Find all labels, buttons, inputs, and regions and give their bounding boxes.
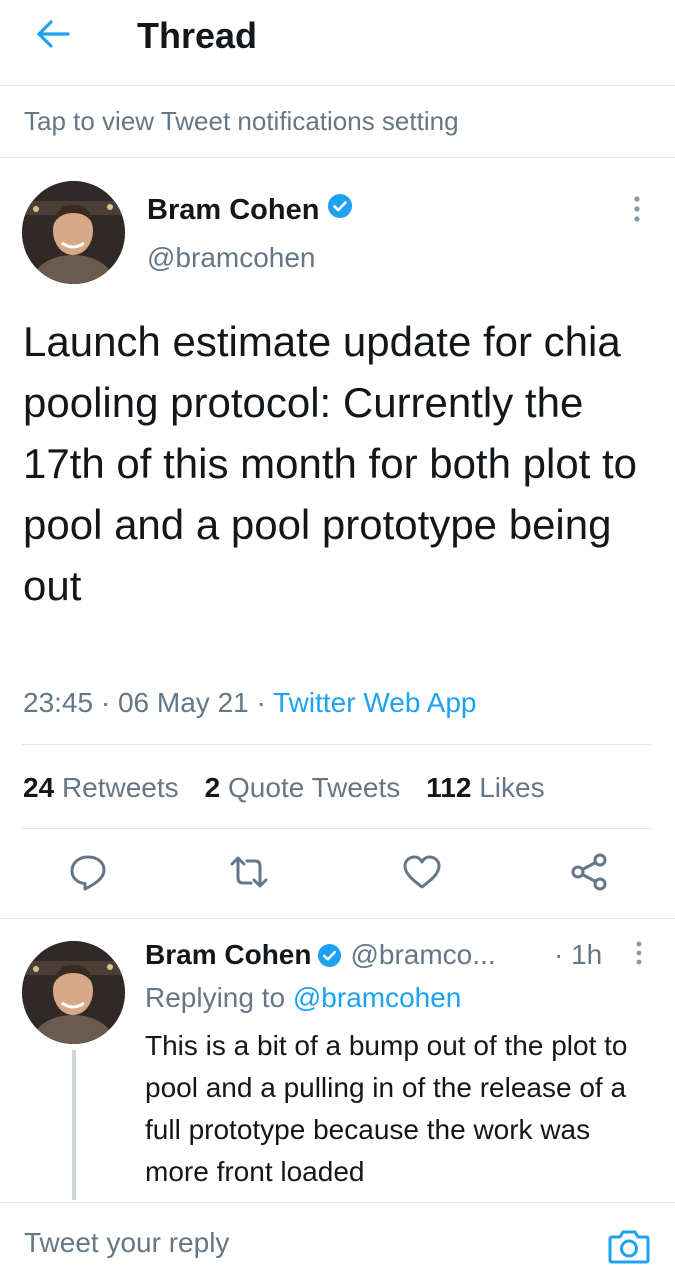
tweet-actions — [0, 852, 675, 896]
more-vertical-icon — [634, 195, 640, 227]
divider — [22, 744, 652, 745]
back-button[interactable] — [28, 14, 78, 58]
likes-count: 112 — [426, 772, 472, 803]
reply-time[interactable]: 1h — [571, 939, 602, 970]
reply-avatar[interactable] — [22, 941, 125, 1044]
replying-to-label: Replying to — [145, 982, 286, 1013]
avatar[interactable] — [22, 181, 125, 284]
divider — [22, 828, 652, 829]
heart-icon — [402, 852, 442, 897]
reply-composer — [0, 1202, 675, 1280]
meta-separator: · — [100, 687, 111, 718]
retweets-count: 24 — [23, 772, 55, 803]
verified-badge-icon — [317, 943, 342, 968]
page-title: Thread — [137, 15, 258, 56]
reply-time-separator: · — [554, 939, 564, 970]
author-name[interactable]: Bram Cohen — [147, 192, 319, 228]
divider — [0, 918, 675, 919]
thread-connector-line — [72, 1050, 76, 1200]
tweet-meta: 23:45 · 06 May 21 · Twitter Web App — [23, 683, 476, 723]
reply-input[interactable] — [24, 1223, 584, 1263]
reply-time-group: · 1h — [554, 935, 602, 975]
more-vertical-icon — [636, 941, 642, 970]
share-button[interactable] — [567, 852, 611, 896]
quote-tweets-label: Quote Tweets — [228, 772, 401, 803]
like-button[interactable] — [400, 852, 444, 896]
quote-tweets-stat[interactable]: 2 Quote Tweets — [205, 768, 401, 808]
tweet-text: Launch estimate update for chia pooling … — [23, 318, 638, 609]
meta-separator: · — [256, 687, 266, 718]
verified-badge-icon — [327, 192, 353, 228]
notification-settings-text: Tap to view Tweet notifications setting — [24, 106, 459, 136]
retweet-icon — [229, 852, 269, 897]
author-name-row: Bram Cohen — [147, 192, 353, 228]
likes-label: Likes — [479, 772, 545, 803]
tweet-date: 06 May 21 — [117, 687, 249, 718]
author-handle[interactable]: @bramcohen — [147, 240, 316, 276]
notification-settings-link[interactable]: Tap to view Tweet notifications setting — [0, 86, 675, 158]
replying-to: Replying to @bramcohen — [145, 978, 461, 1018]
tweet-source-link[interactable]: Twitter Web App — [273, 687, 476, 718]
likes-stat[interactable]: 112 Likes — [426, 768, 544, 808]
camera-button[interactable] — [607, 1227, 651, 1269]
share-icon — [569, 852, 609, 897]
retweet-button[interactable] — [227, 852, 271, 896]
quote-tweets-count: 2 — [204, 772, 221, 803]
tweet-time: 23:45 — [23, 687, 94, 718]
retweets-label: Retweets — [61, 772, 179, 803]
tweet-stats: 24 Retweets 2 Quote Tweets 112 Likes — [23, 768, 545, 808]
arrow-left-icon — [36, 19, 70, 54]
reply-more-options-button[interactable] — [624, 935, 654, 975]
reply-author-handle[interactable]: @bramco... — [350, 935, 495, 975]
top-bar: Thread — [0, 0, 675, 86]
camera-icon — [608, 1227, 650, 1270]
reply-author-name[interactable]: Bram Cohen — [145, 935, 311, 975]
reply-button[interactable] — [66, 852, 110, 896]
reply-icon — [68, 852, 108, 897]
retweets-stat[interactable]: 24 Retweets — [23, 768, 179, 808]
more-options-button[interactable] — [622, 191, 652, 231]
replying-to-mention[interactable]: @bramcohen — [293, 982, 462, 1013]
reply-text: This is a bit of a bump out of the plot … — [145, 1030, 628, 1187]
